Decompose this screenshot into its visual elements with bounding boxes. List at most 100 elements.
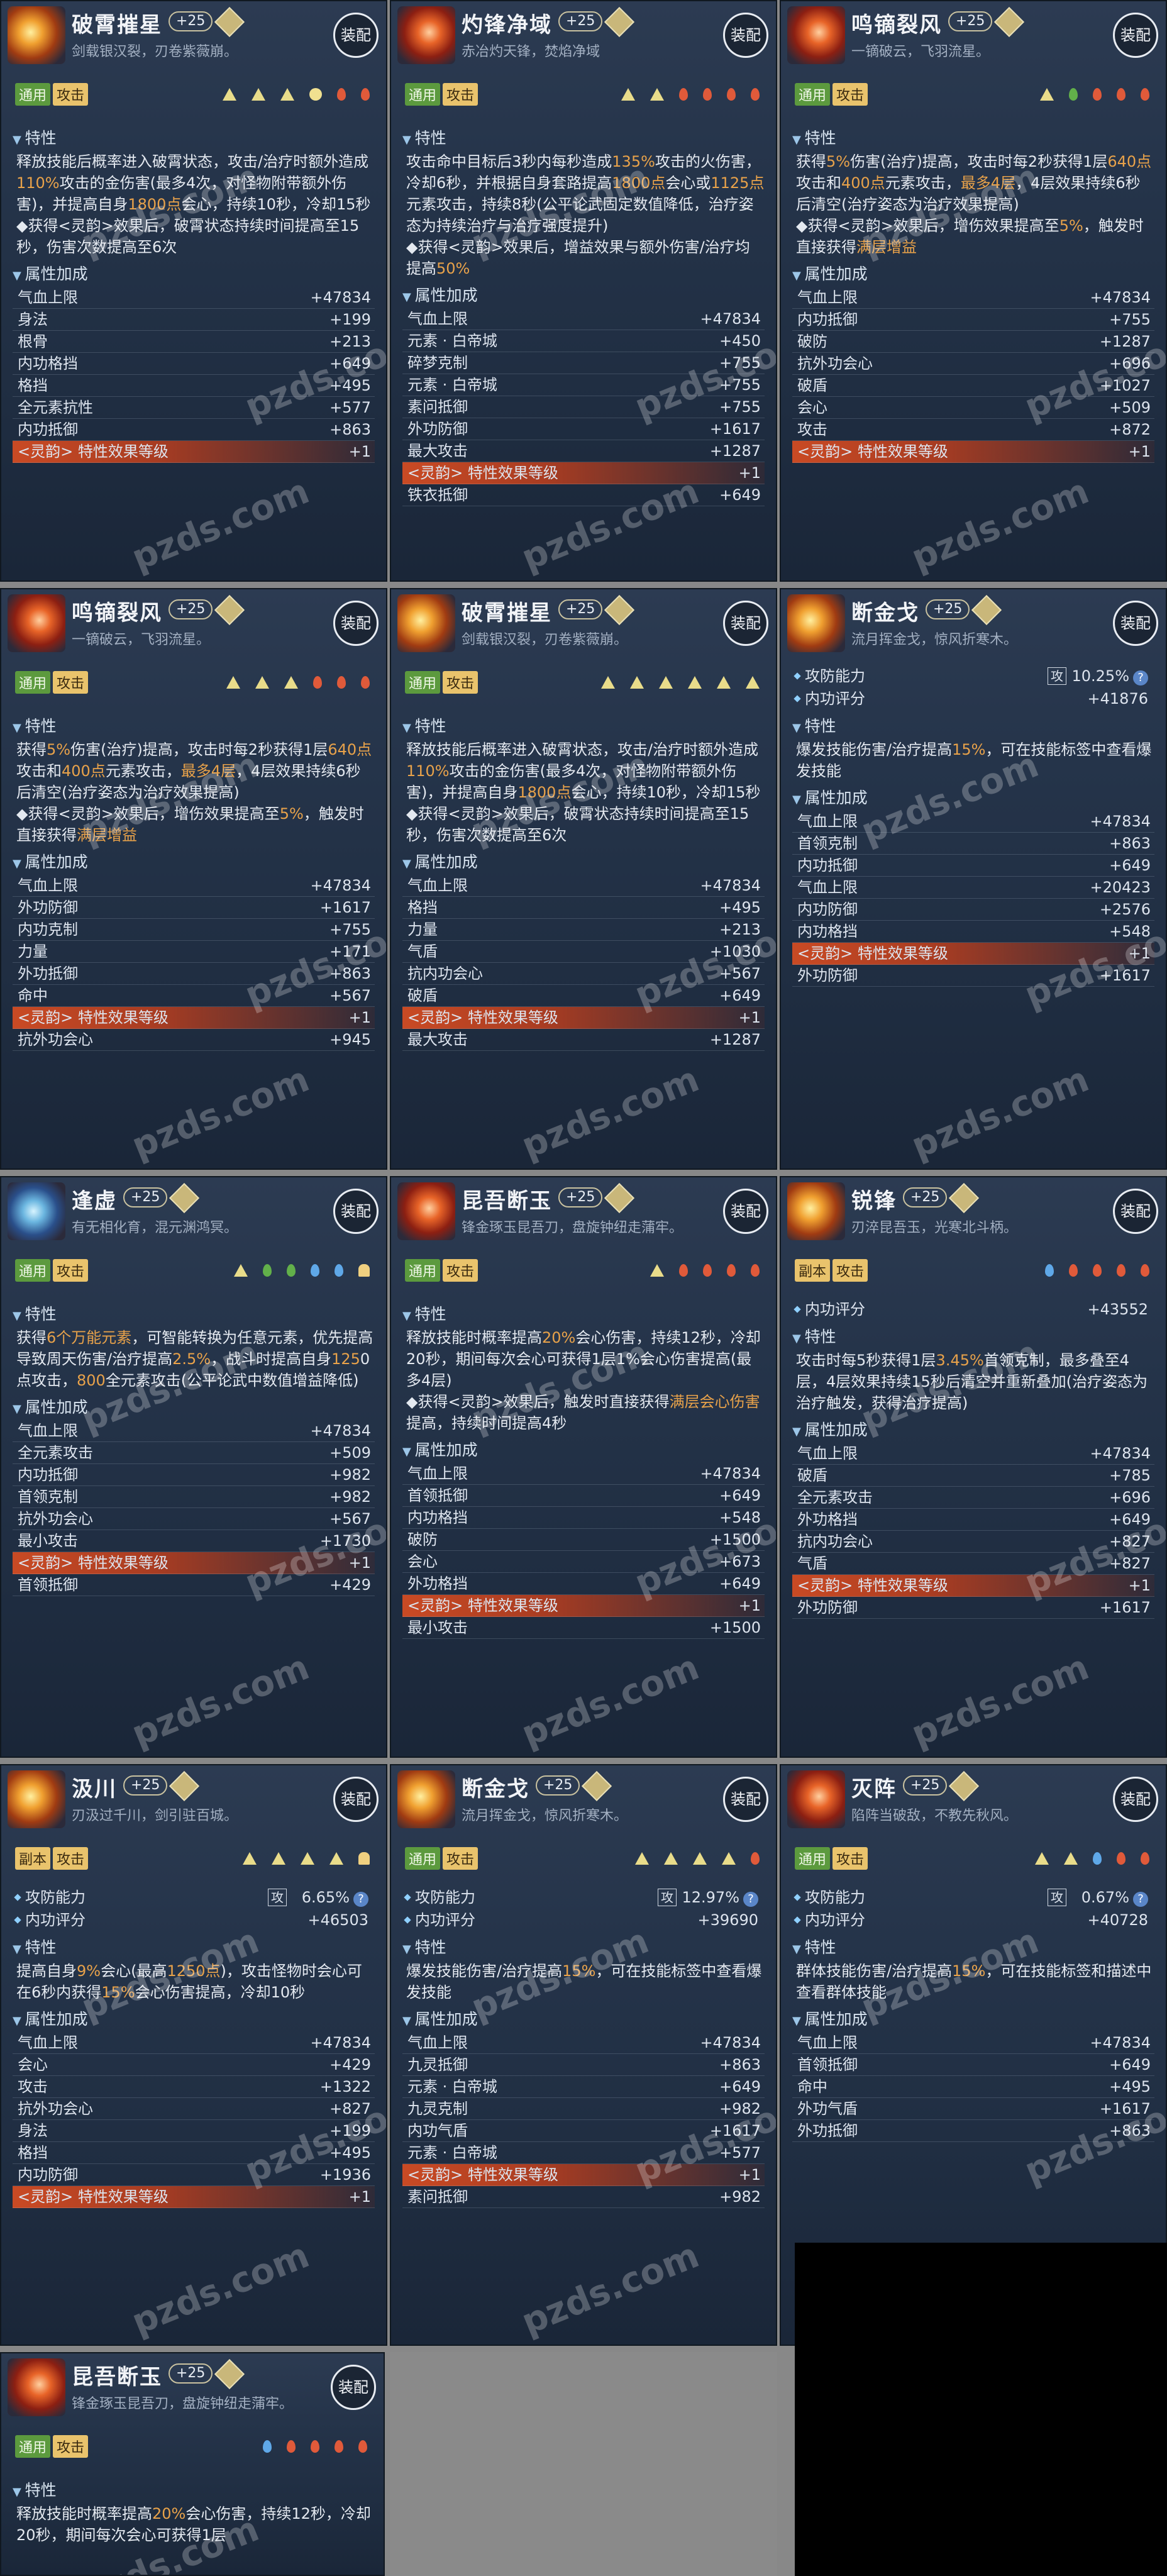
attribute-section-header[interactable]: 属性加成 xyxy=(792,2007,1154,2029)
highlight-value: 110% xyxy=(16,174,60,192)
attribute-label: 破盾 xyxy=(797,377,827,394)
rune-red-icon xyxy=(361,88,370,101)
stat-label: 攻防能力 xyxy=(805,1889,865,1906)
trait-section-header[interactable]: 特性 xyxy=(792,126,1154,148)
lingyun-row: <灵韵> 特性效果等级 +1 xyxy=(13,441,375,463)
attribute-row: 力量 +171 xyxy=(13,941,375,963)
attribute-row: 气血上限 +47834 xyxy=(13,1420,375,1442)
gem-icon xyxy=(993,6,1025,38)
equip-button[interactable]: 装配 xyxy=(1113,1777,1158,1822)
attribute-section-header[interactable]: 属性加成 xyxy=(13,850,375,872)
equip-button[interactable]: 装配 xyxy=(333,13,379,58)
stat-value: +40728 xyxy=(1087,1911,1148,1929)
watermark-text: pzds.com xyxy=(126,1646,315,1755)
attribute-value: +47834 xyxy=(1090,2034,1151,2051)
equip-button[interactable]: 装配 xyxy=(1113,13,1158,58)
highlight-value: 5% xyxy=(279,805,304,823)
trait-section-header[interactable]: 特性 xyxy=(402,714,765,736)
attribute-label: 九灵克制 xyxy=(407,2100,468,2118)
attribute-value: +47834 xyxy=(700,310,761,328)
text-span: 全元素攻击(公平论武中数值增益降低) xyxy=(105,1372,359,1389)
equip-button[interactable]: 装配 xyxy=(331,2365,376,2410)
text-span: 攻击和 xyxy=(796,174,841,192)
trait-section-header[interactable]: 特性 xyxy=(792,714,1154,736)
equip-button[interactable]: 装配 xyxy=(1113,601,1158,646)
equip-button[interactable]: 装配 xyxy=(723,601,768,646)
gem-icon xyxy=(604,594,635,626)
attribute-label: 全元素抗性 xyxy=(18,399,93,416)
card-header: 昆吾断玉 +25 装配 锋金琢玉昆吾刀，盘旋钟纽走蒲牢。 xyxy=(1,2353,384,2429)
card-body: 特性释放技能时概率提高20%会心伤害，持续12秒，冷却20秒，期间每次会心可获得… xyxy=(402,1298,765,1639)
attribute-value: +2576 xyxy=(1099,901,1151,918)
attribute-value: +696 xyxy=(1109,1489,1151,1506)
attribute-section-header[interactable]: 属性加成 xyxy=(13,1395,375,1418)
trait-section-header[interactable]: 特性 xyxy=(13,1935,375,1958)
help-icon[interactable]: ? xyxy=(743,1892,758,1907)
card-header: 逢虚 +25 装配 有无相化育，混元渊鸿冥。 xyxy=(1,1177,386,1253)
attribute-section-header[interactable]: 属性加成 xyxy=(792,1418,1154,1440)
text-span: 释放技能后概率进入破霄状态，攻击/治疗时额外造成 xyxy=(16,153,369,170)
equip-button[interactable]: 装配 xyxy=(1113,1189,1158,1234)
attribute-row: 气血上限 +20423 xyxy=(792,877,1154,899)
rune-red-icon xyxy=(1141,1264,1149,1277)
trait-section-header[interactable]: 特性 xyxy=(13,1302,375,1324)
equip-button[interactable]: 装配 xyxy=(333,1777,379,1822)
attribute-section-header[interactable]: 属性加成 xyxy=(402,283,765,306)
highlight-value: 20% xyxy=(152,2505,186,2523)
attribute-label: 外功防御 xyxy=(797,1599,858,1616)
attribute-label: 气血上限 xyxy=(407,1465,468,1482)
card-body: 特性攻击命中目标后3秒内每秒造成135%攻击的火伤害，冷却6秒，并根据自身套路提… xyxy=(402,122,765,506)
attribute-section-header[interactable]: 属性加成 xyxy=(13,2007,375,2029)
attribute-section-header[interactable]: 属性加成 xyxy=(792,786,1154,808)
equip-button[interactable]: 装配 xyxy=(723,1777,768,1822)
rune-red-icon xyxy=(727,88,736,101)
attribute-label: 外功气盾 xyxy=(797,2100,858,2118)
equip-button[interactable]: 装配 xyxy=(333,1189,379,1234)
attribute-section-header[interactable]: 属性加成 xyxy=(402,1438,765,1460)
trait-section-header[interactable]: 特性 xyxy=(402,1302,765,1324)
equip-button[interactable]: 装配 xyxy=(333,601,379,646)
trait-section-header[interactable]: 特性 xyxy=(402,126,765,148)
attribute-section-header[interactable]: 属性加成 xyxy=(792,262,1154,284)
attribute-row: 全元素攻击 +509 xyxy=(13,1442,375,1464)
trait-section-header[interactable]: 特性 xyxy=(13,126,375,148)
card-body: 攻防能力 攻 0.67%? 内功评分 +40728 特性群体技能伤害/治疗提高15%，可在… xyxy=(792,1886,1154,2142)
gem-icon xyxy=(169,1770,200,1802)
tag-label: 攻击 xyxy=(53,1847,89,1870)
help-icon[interactable]: ? xyxy=(1133,670,1148,686)
equip-button[interactable]: 装配 xyxy=(723,13,768,58)
attribute-row: 破盾 +785 xyxy=(792,1465,1154,1487)
trait-section-header[interactable]: 特性 xyxy=(792,1324,1154,1347)
attribute-section-header[interactable]: 属性加成 xyxy=(13,262,375,284)
attribute-label: 内功抵御 xyxy=(797,311,858,328)
stat-row: 攻防能力 攻 0.67%? xyxy=(792,1886,1154,1909)
attribute-section-header[interactable]: 属性加成 xyxy=(402,850,765,872)
rune-red-icon xyxy=(751,1852,760,1865)
card-body: 特性释放技能后概率进入破霄状态，攻击/治疗时额外造成110%攻击的金伤害(最多4… xyxy=(13,122,375,463)
card-body: 特性获得6个万能元素，可智能转换为任意元素，优先提高导致周天伤害/治疗提高2.5… xyxy=(13,1298,375,1596)
trait-section-header[interactable]: 特性 xyxy=(792,1935,1154,1958)
trait-section-header[interactable]: 特性 xyxy=(13,2478,372,2501)
trait-section-header[interactable]: 特性 xyxy=(402,1935,765,1958)
card-title: 昆吾断玉 xyxy=(72,2365,162,2390)
equip-button[interactable]: 装配 xyxy=(723,1189,768,1234)
trait-section-header[interactable]: 特性 xyxy=(13,714,375,736)
attribute-value: +649 xyxy=(719,987,761,1004)
attribute-label: 气血上限 xyxy=(18,1422,78,1440)
card-title: 破霄摧星 xyxy=(72,13,162,38)
lingyun-row: <灵韵> 特性效果等级 +1 xyxy=(402,1595,765,1617)
attribute-label: 外功抵御 xyxy=(18,965,78,982)
card-body: 特性释放技能后概率进入破霄状态，攻击/治疗时额外造成110%攻击的金伤害(最多4… xyxy=(402,710,765,1051)
help-icon[interactable]: ? xyxy=(1133,1892,1148,1907)
attribute-row: 铁衣抵御 +649 xyxy=(402,484,765,506)
rune-tri-icon xyxy=(301,1852,314,1865)
text-span: 获得 xyxy=(796,153,826,170)
text-span: 攻击命中目标后3秒内每秒造成 xyxy=(406,153,612,170)
rune-tri-icon xyxy=(650,88,664,101)
attribute-row: 内功抵御 +982 xyxy=(13,1464,375,1486)
help-icon[interactable]: ? xyxy=(353,1892,368,1907)
attribute-row: 气血上限 +47834 xyxy=(13,287,375,309)
card-title: 鸣镝裂风 xyxy=(72,601,162,626)
attribute-section-header[interactable]: 属性加成 xyxy=(402,2007,765,2029)
tag-group: 通用 攻击 xyxy=(15,1259,91,1282)
